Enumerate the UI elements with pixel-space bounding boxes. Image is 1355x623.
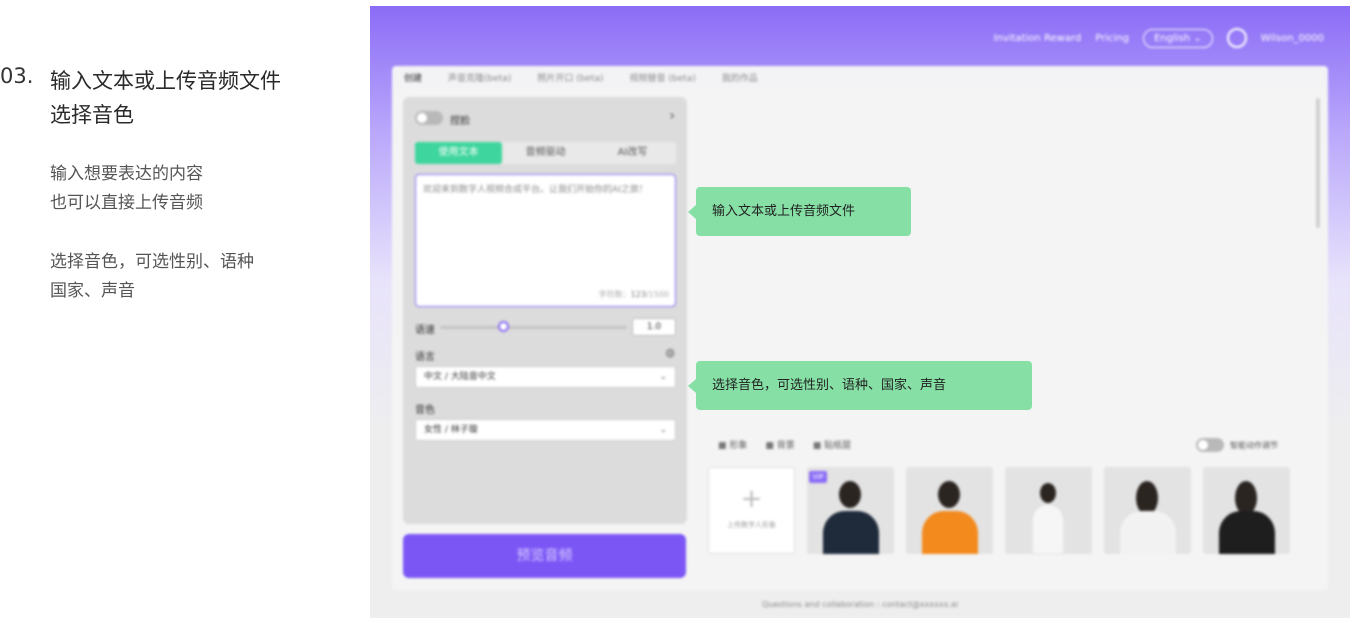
upload-avatar-card[interactable]: + 上传数字人形象 <box>708 467 795 554</box>
user-avatar-icon[interactable] <box>1226 28 1247 48</box>
avatar-card[interactable] <box>906 467 993 554</box>
step-description-input: 输入想要表达的内容 也可以直接上传音频 <box>50 160 203 218</box>
user-name[interactable]: Wilson_0000 <box>1261 33 1324 44</box>
language-value: English <box>1153 32 1191 44</box>
control-panel: 捏脸 › 使用文本 音频驱动 AI改写 欢迎来到数字人视频合成平台。让我们开始你… <box>403 97 687 524</box>
step-description-voice: 选择音色，可选性别、语种 国家、声音 <box>50 248 254 306</box>
avatar-card[interactable]: VIP <box>807 467 894 554</box>
step-title: 输入文本或上传音频文件 选择音色 <box>50 64 281 132</box>
chevron-down-icon: ⌄ <box>659 372 667 382</box>
tab-audio-drive[interactable]: 音频驱动 <box>502 142 589 164</box>
step-number: 03. <box>0 64 34 88</box>
avatar-figure-body <box>1219 511 1275 554</box>
speed-slider-track[interactable] <box>440 326 627 329</box>
app-screenshot: Invitation Reward Pricing English ⌄ Wils… <box>370 6 1350 618</box>
avatar-figure-head <box>839 481 861 508</box>
avatar-figure-head <box>1235 481 1257 515</box>
smart-motion-label: 智能动作调节 <box>1230 440 1278 450</box>
tab-sticker[interactable]: 贴纸层 <box>813 438 851 451</box>
desc-voice-line2: 国家、声音 <box>50 281 135 301</box>
avatar-tabs: 形象 背景 贴纸层 <box>718 438 851 451</box>
speed-input[interactable]: 1.0 <box>632 318 676 336</box>
preview-audio-button[interactable]: 预览音频 <box>403 534 686 578</box>
tab-background[interactable]: 背景 <box>765 438 795 451</box>
voice-select-value: 女性 / 林子璇 <box>424 425 478 435</box>
globe-icon[interactable]: ◍ <box>665 346 675 359</box>
callout-voice-select: 选择音色，可选性别、语种、国家、声音 <box>688 361 1032 410</box>
tab-avatar[interactable]: 形象 <box>718 438 747 451</box>
chevron-down-icon: ⌄ <box>659 425 667 435</box>
desc-voice-line1: 选择音色，可选性别、语种 <box>50 252 254 272</box>
vip-badge: VIP <box>809 471 827 483</box>
upload-avatar-label: 上传数字人形象 <box>727 521 776 529</box>
tab-photo-talk[interactable]: 照片开口 (beta) <box>537 71 603 84</box>
desc-input-line2: 也可以直接上传音频 <box>50 193 203 213</box>
tab-use-text[interactable]: 使用文本 <box>415 142 502 164</box>
plus-icon: + <box>740 484 763 514</box>
speed-slider-knob[interactable] <box>498 321 509 332</box>
script-textarea[interactable]: 欢迎来到数字人视频合成平台。让我们开始你的AI之旅！ 字符数：123/1500 <box>415 174 676 307</box>
avatar-card[interactable] <box>1005 467 1092 554</box>
tutorial-slide: 03. 输入文本或上传音频文件 选择音色 输入想要表达的内容 也可以直接上传音频… <box>0 0 1355 623</box>
language-select[interactable]: 中文 / 大陆音中文 ⌄ <box>415 366 676 388</box>
avatar-figure-body <box>823 511 879 554</box>
nav-invitation-link[interactable]: Invitation Reward <box>994 33 1082 44</box>
scrollbar[interactable] <box>1316 98 1320 228</box>
face-toggle-label: 捏脸 <box>450 116 470 127</box>
smart-motion-toggle-group: 智能动作调节 <box>1196 438 1278 452</box>
language-label: 语言 <box>415 352 435 363</box>
tab-voice-clone[interactable]: 声音克隆(beta) <box>448 71 511 84</box>
avatar-figure-head <box>1136 481 1158 515</box>
voice-label: 音色 <box>415 405 435 416</box>
desc-input-line1: 输入想要表达的内容 <box>50 164 203 184</box>
tab-create[interactable]: 创建 <box>404 71 422 84</box>
char-count-max: /1500 <box>645 290 669 299</box>
step-title-line2: 选择音色 <box>50 103 134 127</box>
step-title-line1: 输入文本或上传音频文件 <box>50 69 281 93</box>
tab-my-works[interactable]: 我的作品 <box>722 71 758 84</box>
face-toggle[interactable] <box>415 111 443 125</box>
app-footer: Questions and collaboration : contact@xx… <box>761 600 958 609</box>
avatar-card[interactable] <box>1203 467 1290 554</box>
avatar-list: + 上传数字人形象 VIP <box>708 467 1290 554</box>
input-mode-tabs: 使用文本 音频驱动 AI改写 <box>415 142 676 164</box>
top-navigation: Invitation Reward Pricing English ⌄ Wils… <box>994 28 1324 48</box>
avatar-figure-head <box>1040 483 1056 503</box>
char-count-label: 字符数： <box>598 290 631 299</box>
language-select-value: 中文 / 大陆音中文 <box>424 372 496 382</box>
main-tabs: 创建 声音克隆(beta) 照片开口 (beta) 视频替音 (beta) 我的… <box>392 66 1328 88</box>
speed-label: 语速 <box>415 325 435 336</box>
char-counter: 字符数：123/1500 <box>599 289 669 300</box>
avatar-figure-body <box>1033 505 1063 553</box>
char-count-value: 123 <box>630 290 646 299</box>
tab-ai-rewrite[interactable]: AI改写 <box>589 142 676 164</box>
nav-pricing-link[interactable]: Pricing <box>1095 33 1129 44</box>
avatar-figure-body <box>922 511 978 554</box>
script-text: 欢迎来到数字人视频合成平台。让我们开始你的AI之旅！ <box>423 185 648 195</box>
language-selector[interactable]: English ⌄ <box>1142 28 1213 48</box>
avatar-card[interactable] <box>1104 467 1191 554</box>
tab-video-dub[interactable]: 视频替音 (beta) <box>630 71 696 84</box>
chevron-right-icon[interactable]: › <box>669 108 675 124</box>
voice-select[interactable]: 女性 / 林子璇 ⌄ <box>415 419 676 441</box>
avatar-figure-body <box>1120 511 1176 554</box>
smart-motion-toggle[interactable] <box>1196 438 1224 452</box>
avatar-figure-head <box>938 481 960 508</box>
callout-text-upload: 输入文本或上传音频文件 <box>688 187 911 236</box>
